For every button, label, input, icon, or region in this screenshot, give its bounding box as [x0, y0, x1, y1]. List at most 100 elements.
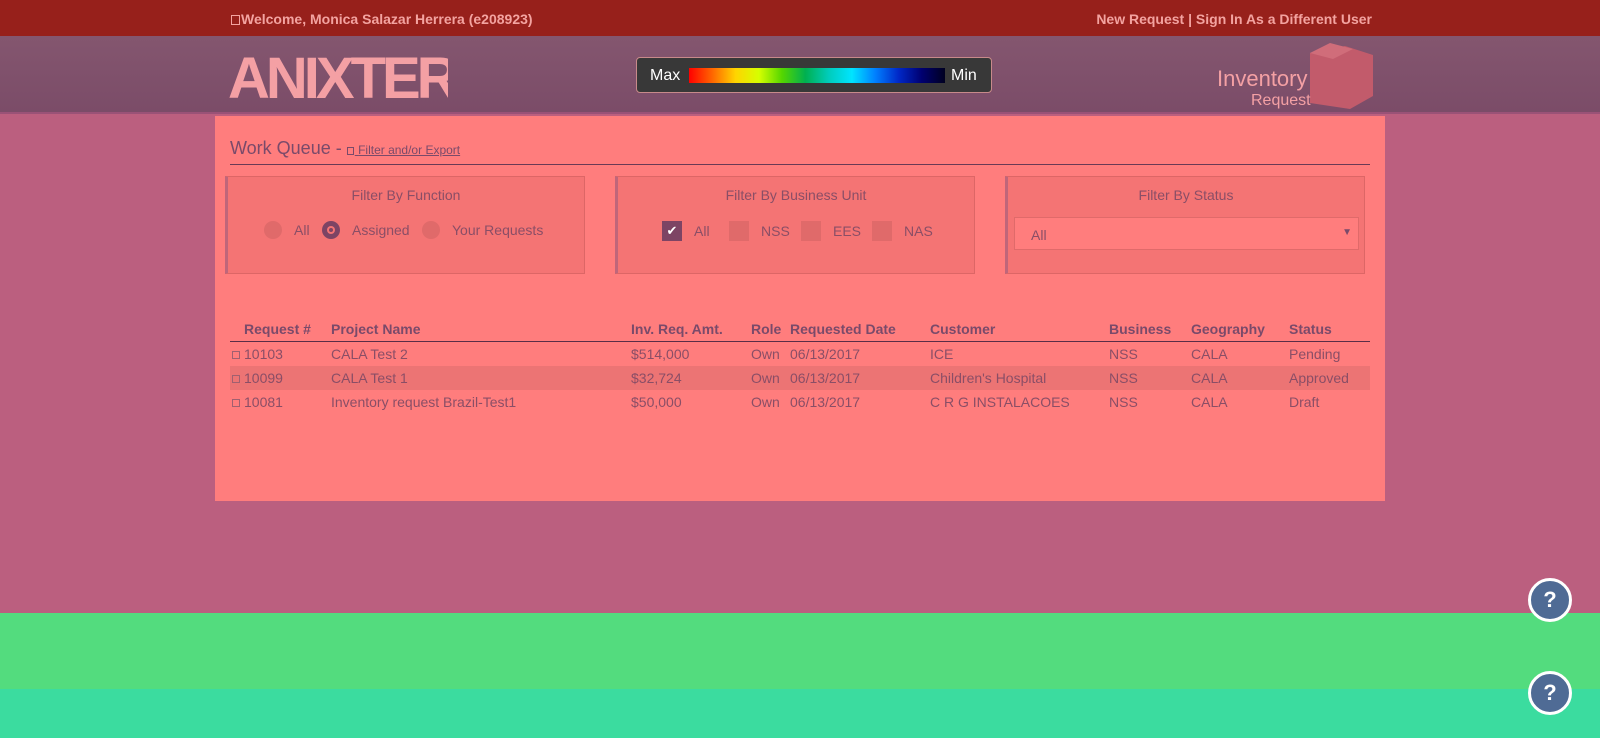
inventory-request-logo[interactable]: Inventory Request [1215, 41, 1375, 113]
col-business[interactable]: Business [1109, 317, 1191, 342]
col-status[interactable]: Status [1289, 317, 1370, 342]
cell-request-number[interactable]: 10103 [230, 342, 331, 367]
radio-label: Your Requests [452, 222, 544, 238]
app-title-line1: Inventory [1217, 66, 1308, 91]
col-geography[interactable]: Geography [1191, 317, 1289, 342]
radio-function-assigned[interactable]: Assigned [322, 221, 410, 239]
cell-geography: CALA [1191, 366, 1289, 390]
expand-icon[interactable] [232, 399, 240, 407]
cell-project-name: Inventory request Brazil-Test1 [331, 394, 517, 410]
heatmap-legend: Max Min [636, 57, 992, 93]
user-icon [231, 15, 240, 25]
cell-project-name: CALA Test 2 [331, 346, 408, 362]
checkbox-bu-ees[interactable]: EES [801, 221, 861, 241]
help-button-secondary[interactable]: ? [1528, 671, 1572, 715]
cell-amount: $514,000 [631, 346, 690, 362]
filter-icon [346, 147, 354, 155]
checkbox-label: All [694, 223, 710, 239]
filter-business-unit-title: Filter By Business Unit [725, 187, 867, 203]
cell-customer: Children's Hospital [930, 366, 1109, 390]
request-number[interactable]: 10099 [244, 370, 283, 386]
cell-role: Own [751, 346, 780, 362]
chevron-down-icon: ▼ [1342, 227, 1352, 238]
work-queue-table: Request # Project Name Inv. Req. Amt. Ro… [230, 317, 1370, 414]
cell-customer: C R G INSTALACOES [930, 394, 1070, 410]
header: ANIXTER Max Min Inventory Request [0, 36, 1600, 114]
checkbox-bu-nss[interactable]: NSS [729, 221, 790, 241]
app-title-line2: Request [1251, 92, 1311, 109]
checkbox-label: NSS [761, 223, 790, 239]
filter-by-function: Filter By Function All Assigned Your Req… [225, 176, 585, 274]
checkbox-label: NAS [904, 223, 933, 239]
welcome-text: Welcome, Monica Salazar Herrera (e208923… [241, 11, 533, 27]
col-requested-date[interactable]: Requested Date [790, 317, 930, 342]
col-customer[interactable]: Customer [930, 317, 1109, 342]
logo-text: ANIXTER [228, 46, 448, 106]
request-number[interactable]: 10103 [244, 346, 283, 362]
cell-request-number[interactable]: 10099 [230, 366, 331, 390]
radio-function-all[interactable]: All [264, 221, 310, 239]
cell-geography: CALA [1191, 346, 1228, 362]
cell-status: Pending [1289, 346, 1341, 362]
status-select[interactable]: All ▼ [1014, 217, 1359, 250]
cell-role: Own [751, 394, 780, 410]
table-row[interactable]: 10081 Inventory request Brazil-Test1 $50… [230, 390, 1370, 414]
cell-business: NSS [1109, 366, 1191, 390]
checkbox-icon[interactable] [801, 221, 821, 241]
cell-request-number[interactable]: 10081 [230, 390, 331, 414]
radio-label: Assigned [352, 222, 410, 238]
cell-geography: CALA [1191, 394, 1228, 410]
cell-amount: $50,000 [631, 394, 682, 410]
cell-business: NSS [1109, 394, 1138, 410]
radio-selected-icon[interactable] [322, 221, 340, 239]
cell-customer: ICE [930, 346, 954, 362]
legend-gradient [689, 68, 945, 83]
radio-icon[interactable] [264, 221, 282, 239]
checkbox-bu-nas[interactable]: NAS [872, 221, 933, 241]
col-inv-req-amt[interactable]: Inv. Req. Amt. [631, 317, 751, 342]
new-request-signin-links[interactable]: New Request | Sign In As a Different Use… [1096, 11, 1372, 27]
table-header-row: Request # Project Name Inv. Req. Amt. Ro… [230, 317, 1370, 342]
work-queue-label: Work Queue - [230, 138, 342, 158]
col-request-number[interactable]: Request # [230, 317, 331, 342]
cell-role: Own [751, 366, 790, 390]
welcome-message: Welcome, Monica Salazar Herrera (e208923… [231, 11, 533, 27]
filter-export-link[interactable]: Filter and/or Export [346, 143, 460, 157]
filter-export-text[interactable]: Filter and/or Export [358, 143, 460, 157]
status-select-value: All [1031, 227, 1047, 243]
legend-max: Max [650, 67, 681, 84]
radio-label: All [294, 222, 310, 238]
checkbox-label: EES [833, 223, 862, 239]
expand-icon[interactable] [232, 375, 240, 383]
cell-business: NSS [1109, 346, 1138, 362]
checkbox-checked-icon[interactable]: ✔ [662, 221, 682, 241]
checkbox-bu-all[interactable]: ✔ All [662, 221, 710, 241]
request-number[interactable]: 10081 [244, 394, 283, 410]
filter-status-title: Filter By Status [1138, 187, 1234, 203]
checkbox-icon[interactable] [729, 221, 749, 241]
table-row[interactable]: 10099 CALA Test 1 $32,724 Own 06/13/2017… [230, 366, 1370, 390]
title-divider [230, 164, 1370, 165]
work-queue-panel: Work Queue - Filter and/or Export Filter… [215, 116, 1385, 501]
top-bar: Welcome, Monica Salazar Herrera (e208923… [0, 0, 1600, 36]
radio-function-your-requests[interactable]: Your Requests [422, 221, 543, 239]
table-row[interactable]: 10103 CALA Test 2 $514,000 Own 06/13/201… [230, 342, 1370, 367]
expand-icon[interactable] [232, 351, 240, 359]
cell-date: 06/13/2017 [790, 346, 861, 362]
radio-icon[interactable] [422, 221, 440, 239]
filter-function-title: Filter By Function [351, 187, 461, 203]
filter-by-status: Filter By Status All ▼ [1005, 176, 1365, 274]
help-button[interactable]: ? [1528, 578, 1572, 622]
filter-by-business-unit: Filter By Business Unit ✔ All NSS EES NAS [615, 176, 975, 274]
anixter-logo[interactable]: ANIXTER [228, 46, 448, 106]
footer-band-teal [0, 689, 1600, 738]
checkbox-icon[interactable] [872, 221, 892, 241]
cell-status: Approved [1289, 366, 1370, 390]
cell-amount: $32,724 [631, 366, 751, 390]
col-role[interactable]: Role [751, 317, 790, 342]
col-project-name[interactable]: Project Name [331, 317, 631, 342]
work-queue-title: Work Queue - Filter and/or Export [230, 138, 460, 159]
footer-band-green [0, 613, 1600, 689]
top-links[interactable]: New Request | Sign In As a Different Use… [1096, 11, 1372, 27]
legend-min: Min [951, 67, 977, 84]
